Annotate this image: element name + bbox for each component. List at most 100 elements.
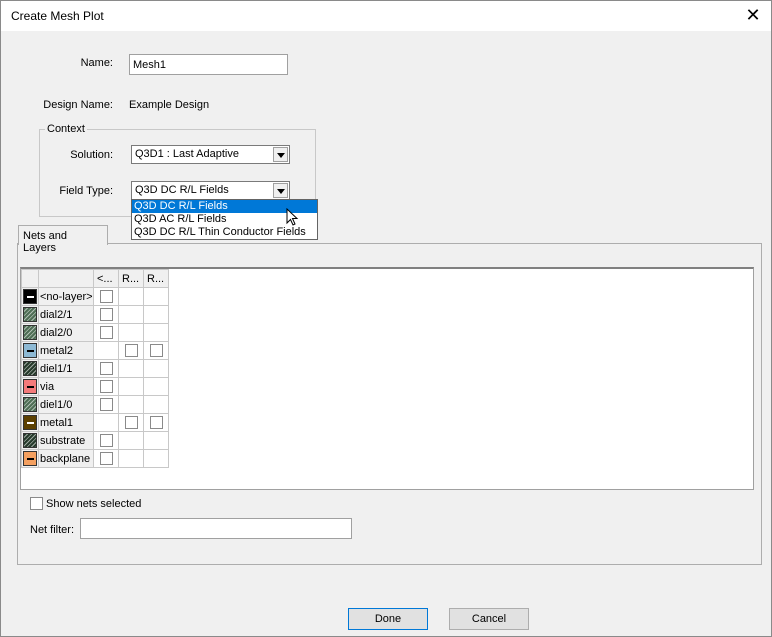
solution-label: Solution: bbox=[70, 149, 113, 161]
chevron-down-icon[interactable] bbox=[273, 183, 288, 198]
field-type-value: Q3D DC R/L Fields bbox=[135, 184, 229, 196]
layer-checkbox[interactable] bbox=[149, 416, 163, 429]
layer-checkbox[interactable] bbox=[124, 416, 138, 429]
layer-swatch bbox=[21, 395, 39, 414]
layer-color-icon bbox=[23, 325, 37, 340]
layer-name: diel1/1 bbox=[38, 359, 94, 378]
layer-swatch bbox=[21, 431, 39, 450]
net-filter-label: Net filter: bbox=[30, 524, 75, 536]
grid-header[interactable]: R... bbox=[118, 269, 144, 288]
show-nets-checkbox[interactable] bbox=[30, 497, 43, 510]
layer-color-icon bbox=[23, 397, 37, 412]
layer-name: dial2/1 bbox=[38, 305, 94, 324]
layer-checkbox[interactable] bbox=[149, 344, 163, 357]
grid-cell bbox=[118, 359, 144, 378]
grid-cell bbox=[93, 449, 119, 468]
layer-name: metal2 bbox=[38, 341, 94, 360]
grid-cell bbox=[143, 395, 169, 414]
solution-value: Q3D1 : Last Adaptive bbox=[135, 148, 239, 160]
grid-cell bbox=[143, 413, 169, 432]
layer-color-icon bbox=[23, 433, 37, 448]
done-button[interactable]: Done bbox=[348, 608, 428, 630]
layer-checkbox[interactable] bbox=[99, 434, 113, 447]
grid-cell bbox=[118, 431, 144, 450]
layer-swatch bbox=[21, 359, 39, 378]
grid-cell bbox=[93, 341, 119, 360]
design-name-value: Example Design bbox=[129, 99, 210, 111]
tab-nets-and-layers[interactable]: Nets and Layers bbox=[18, 225, 108, 254]
show-nets-label: Show nets selected bbox=[46, 498, 142, 510]
layer-checkbox[interactable] bbox=[99, 452, 113, 465]
grid-cell bbox=[93, 305, 119, 324]
layer-color-icon bbox=[23, 451, 37, 466]
layer-checkbox[interactable] bbox=[99, 326, 113, 339]
grid-cell bbox=[93, 287, 119, 306]
mouse-cursor-icon bbox=[286, 208, 299, 226]
table-row[interactable]: via bbox=[21, 377, 169, 396]
name-label: Name: bbox=[80, 57, 113, 69]
window-title: Create Mesh Plot bbox=[11, 9, 104, 23]
field-type-label: Field Type: bbox=[59, 185, 113, 197]
layer-swatch bbox=[21, 287, 39, 306]
layer-color-icon bbox=[23, 343, 37, 358]
layer-checkbox[interactable] bbox=[124, 344, 138, 357]
grid-cell bbox=[93, 413, 119, 432]
title-bar: Create Mesh Plot ✕ bbox=[1, 1, 771, 31]
name-input[interactable] bbox=[129, 54, 288, 75]
grid-header[interactable]: R... bbox=[143, 269, 169, 288]
layer-name: via bbox=[38, 377, 94, 396]
layer-checkbox[interactable] bbox=[99, 398, 113, 411]
table-row[interactable]: substrate bbox=[21, 431, 169, 450]
table-row[interactable]: metal2 bbox=[21, 341, 169, 360]
table-row[interactable]: dial2/1 bbox=[21, 305, 169, 324]
table-row[interactable]: <no-layer> bbox=[21, 287, 169, 306]
table-row[interactable]: diel1/1 bbox=[21, 359, 169, 378]
grid-cell bbox=[118, 287, 144, 306]
grid-cell bbox=[143, 377, 169, 396]
layer-swatch bbox=[21, 323, 39, 342]
grid-header[interactable]: <... bbox=[93, 269, 119, 288]
grid-cell bbox=[118, 377, 144, 396]
layer-name: dial2/0 bbox=[38, 323, 94, 342]
layer-swatch bbox=[21, 377, 39, 396]
close-icon[interactable]: ✕ bbox=[743, 5, 763, 26]
grid-header-name bbox=[38, 269, 94, 288]
grid-cell bbox=[93, 359, 119, 378]
layer-checkbox[interactable] bbox=[99, 308, 113, 321]
chevron-down-icon[interactable] bbox=[273, 147, 288, 162]
context-label: Context bbox=[45, 123, 87, 135]
grid-cell bbox=[143, 431, 169, 450]
grid-cell bbox=[93, 377, 119, 396]
cancel-button[interactable]: Cancel bbox=[449, 608, 529, 630]
layer-name: backplane bbox=[38, 449, 94, 468]
grid-cell bbox=[143, 305, 169, 324]
grid-cell bbox=[118, 395, 144, 414]
net-filter-input[interactable] bbox=[80, 518, 352, 539]
layer-checkbox[interactable] bbox=[99, 290, 113, 303]
solution-select[interactable]: Q3D1 : Last Adaptive bbox=[131, 145, 290, 164]
grid-corner bbox=[21, 269, 39, 288]
field-type-select[interactable]: Q3D DC R/L Fields bbox=[131, 181, 290, 200]
table-row[interactable]: metal1 bbox=[21, 413, 169, 432]
design-name-label: Design Name: bbox=[43, 99, 113, 111]
grid-cell bbox=[118, 341, 144, 360]
layer-color-icon bbox=[23, 379, 37, 394]
grid-cell bbox=[93, 431, 119, 450]
grid-cell bbox=[93, 395, 119, 414]
layer-color-icon bbox=[23, 289, 37, 304]
layer-color-icon bbox=[23, 415, 37, 430]
layer-name: diel1/0 bbox=[38, 395, 94, 414]
grid-cell bbox=[143, 341, 169, 360]
layer-checkbox[interactable] bbox=[99, 380, 113, 393]
layer-swatch bbox=[21, 305, 39, 324]
table-row[interactable]: backplane bbox=[21, 449, 169, 468]
grid-cell bbox=[118, 449, 144, 468]
grid-cell bbox=[143, 323, 169, 342]
grid-cell bbox=[143, 449, 169, 468]
layer-name: <no-layer> bbox=[38, 287, 94, 306]
grid-cell bbox=[118, 305, 144, 324]
layer-checkbox[interactable] bbox=[99, 362, 113, 375]
layers-grid: <... R... R... <no-layer> dial2/1 dial2/0 m… bbox=[20, 267, 754, 490]
table-row[interactable]: dial2/0 bbox=[21, 323, 169, 342]
table-row[interactable]: diel1/0 bbox=[21, 395, 169, 414]
